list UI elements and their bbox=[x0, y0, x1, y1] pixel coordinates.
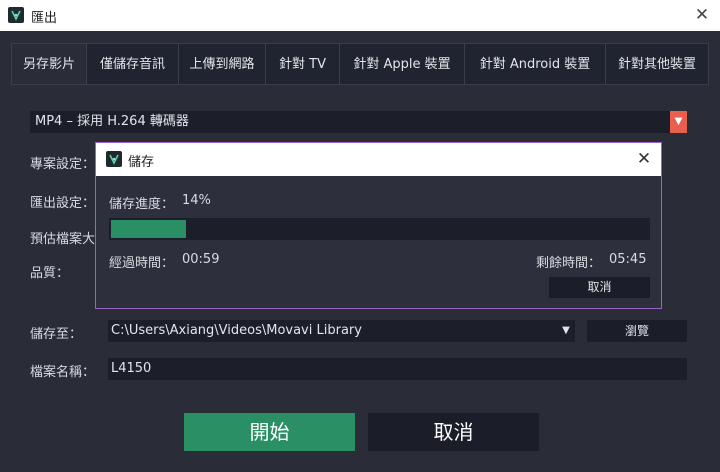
dialog-title: 儲存 bbox=[128, 155, 155, 170]
window-close-icon[interactable]: ✕ bbox=[692, 4, 712, 26]
save-to-label: 儲存至： bbox=[30, 327, 83, 342]
cancel-button[interactable]: 取消 bbox=[368, 413, 539, 451]
format-dropdown[interactable]: MP4 – 採用 H.264 轉碼器 bbox=[30, 111, 687, 133]
format-dropdown-arrow-icon[interactable]: ▼ bbox=[670, 111, 687, 133]
save-path-arrow-icon[interactable]: ▼ bbox=[557, 320, 575, 342]
estimated-size-label: 預估檔案大 bbox=[30, 232, 96, 247]
elapsed-time-value: 00:59 bbox=[182, 252, 220, 267]
tab-upload-online[interactable]: 上傳到網路 bbox=[178, 43, 265, 85]
export-settings-label: 匯出設定： bbox=[30, 196, 96, 211]
window-title: 匯出 bbox=[31, 11, 58, 26]
save-path-field[interactable]: C:\Users\Axiang\Videos\Movavi Library bbox=[108, 320, 557, 342]
tab-apple[interactable]: 針對 Apple 裝置 bbox=[339, 43, 464, 85]
dialog-app-icon bbox=[106, 151, 122, 167]
remaining-time-value: 05:45 bbox=[609, 252, 647, 267]
progress-label: 儲存進度： bbox=[109, 197, 175, 212]
progress-bar bbox=[109, 218, 650, 240]
browse-button[interactable]: 瀏覽 bbox=[587, 320, 687, 342]
quality-label: 品質： bbox=[30, 266, 70, 281]
tab-tv[interactable]: 針對 TV bbox=[265, 43, 339, 85]
tab-other-devices[interactable]: 針對其他裝置 bbox=[605, 43, 709, 85]
file-name-field[interactable]: L4150 bbox=[108, 358, 687, 380]
app-icon bbox=[8, 7, 24, 23]
progress-bar-fill bbox=[111, 220, 186, 238]
tab-panel-divider bbox=[11, 84, 709, 85]
elapsed-time-label: 經過時間： bbox=[109, 256, 175, 271]
progress-value: 14% bbox=[182, 193, 211, 208]
dialog-close-icon[interactable]: ✕ bbox=[634, 148, 654, 170]
remaining-time-label: 剩餘時間： bbox=[536, 256, 602, 271]
start-button[interactable]: 開始 bbox=[184, 413, 355, 451]
title-bar: 匯出 ✕ bbox=[0, 0, 720, 31]
export-tabs: 另存影片 僅儲存音訊 上傳到網路 針對 TV 針對 Apple 裝置 針對 An… bbox=[11, 43, 709, 85]
dialog-cancel-button[interactable]: 取消 bbox=[549, 277, 650, 298]
save-progress-dialog: 儲存 ✕ 儲存進度： 14% 經過時間： 00:59 剩餘時間： 05:45 取… bbox=[95, 142, 662, 309]
tab-android[interactable]: 針對 Android 裝置 bbox=[464, 43, 605, 85]
project-settings-label: 專案設定： bbox=[30, 157, 96, 172]
dialog-title-bar: 儲存 ✕ bbox=[96, 143, 661, 176]
tab-save-video[interactable]: 另存影片 bbox=[11, 43, 86, 85]
tab-audio-only[interactable]: 僅儲存音訊 bbox=[86, 43, 178, 85]
file-name-label: 檔案名稱： bbox=[30, 365, 96, 380]
